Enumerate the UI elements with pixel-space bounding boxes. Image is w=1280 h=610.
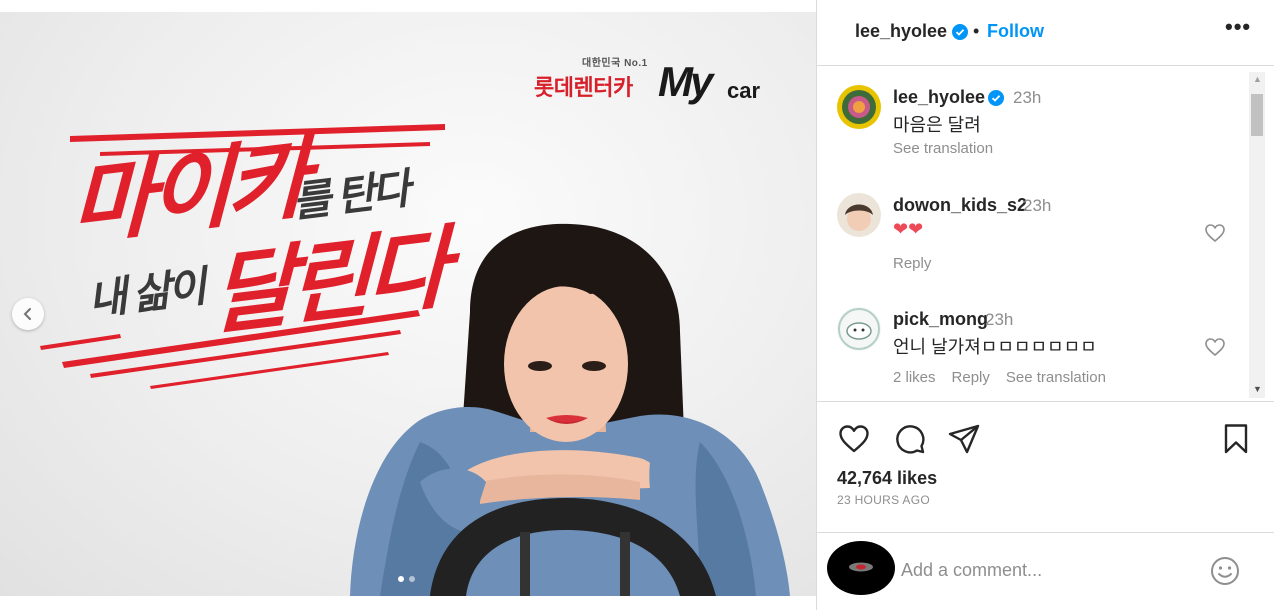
comment-actions: 2 likes Reply See translation	[893, 369, 1106, 386]
scrollbar-thumb[interactable]	[1251, 94, 1263, 136]
share-icon[interactable]	[947, 422, 981, 456]
post-image[interactable]: 대한민국 No.1 롯데렌터카 My car 마이카 를 탄다 내 삶이 달린다	[0, 12, 816, 596]
reply-button[interactable]: Reply	[952, 369, 990, 386]
carousel-prev-button[interactable]	[12, 298, 44, 330]
avatar[interactable]	[837, 85, 881, 129]
comments-list[interactable]: lee_hyolee 23h 마음은 달려 See translation do…	[817, 67, 1257, 400]
see-translation-link[interactable]: See translation	[893, 140, 993, 157]
brand-logo-my: My	[658, 58, 713, 105]
brand-logo-car: car	[727, 78, 761, 103]
carousel-dot	[409, 576, 415, 582]
author-username[interactable]: lee_hyolee	[855, 21, 947, 42]
avatar[interactable]	[837, 193, 881, 237]
comments-scrollbar[interactable]: ▲ ▼	[1249, 72, 1265, 398]
more-options-button[interactable]: •••	[1225, 14, 1251, 40]
reply-button[interactable]: Reply	[893, 255, 931, 272]
comment-likes-count[interactable]: 2 likes	[893, 369, 936, 386]
heart-icon[interactable]	[1203, 221, 1227, 245]
chevron-left-icon	[23, 308, 31, 320]
comment-input[interactable]	[901, 557, 1191, 583]
avatar[interactable]	[837, 307, 881, 351]
post-actions: 42,764 likes 23 HOURS AGO	[817, 401, 1274, 531]
emoji-icon	[849, 562, 873, 572]
see-translation-link[interactable]: See translation	[1006, 369, 1106, 386]
emoji-icon[interactable]	[1209, 555, 1241, 587]
post-side-panel: lee_hyolee • Follow ••• lee_hyolee 23h 마…	[816, 0, 1280, 610]
add-comment-bar	[817, 532, 1274, 610]
comment-item: lee_hyolee 23h 마음은 달려 See translation	[837, 85, 1237, 175]
comment-time[interactable]: 23h	[1013, 88, 1041, 108]
carousel-dot	[398, 576, 404, 582]
heart-icon[interactable]	[837, 422, 871, 456]
verified-badge-icon	[988, 90, 1004, 106]
comment-icon[interactable]	[893, 422, 927, 456]
comment-username[interactable]: pick_mong	[893, 309, 988, 330]
likes-count[interactable]: 42,764 likes	[837, 468, 937, 489]
comment-text: 언니 날가져ㅁㅁㅁㅁㅁㅁㅁ	[893, 337, 1097, 357]
comment-actions: See translation	[893, 140, 993, 157]
comment-time[interactable]: 23h	[985, 310, 1013, 330]
heart-icon[interactable]	[1203, 335, 1227, 359]
comment-time[interactable]: 23h	[1023, 196, 1051, 216]
scroll-down-arrow[interactable]: ▼	[1253, 384, 1262, 394]
comment-username[interactable]: dowon_kids_s2	[893, 195, 1027, 216]
comment-actions: Reply	[893, 255, 931, 272]
post-timestamp[interactable]: 23 HOURS AGO	[837, 493, 930, 507]
comment-item: dowon_kids_s2 23h ❤❤ Reply	[837, 193, 1237, 283]
comment-item: pick_mong 23h 언니 날가져ㅁㅁㅁㅁㅁㅁㅁ 2 likes Repl…	[837, 307, 1237, 397]
carousel-dots	[398, 576, 415, 582]
bookmark-icon[interactable]	[1219, 422, 1253, 456]
emoji-picker-button[interactable]	[827, 541, 895, 595]
post-header: lee_hyolee • Follow •••	[817, 0, 1274, 66]
comment-text: 마음은 달려	[893, 115, 981, 135]
brand-name: 롯데렌터카	[534, 75, 633, 100]
scroll-up-arrow[interactable]: ▲	[1253, 74, 1262, 84]
comment-username[interactable]: lee_hyolee	[893, 87, 985, 108]
brand-tagline: 대한민국 No.1	[582, 58, 648, 69]
follow-button[interactable]: Follow	[987, 21, 1044, 42]
header-separator: •	[973, 21, 980, 41]
comment-text: ❤❤	[893, 219, 924, 239]
verified-badge-icon	[952, 24, 968, 40]
